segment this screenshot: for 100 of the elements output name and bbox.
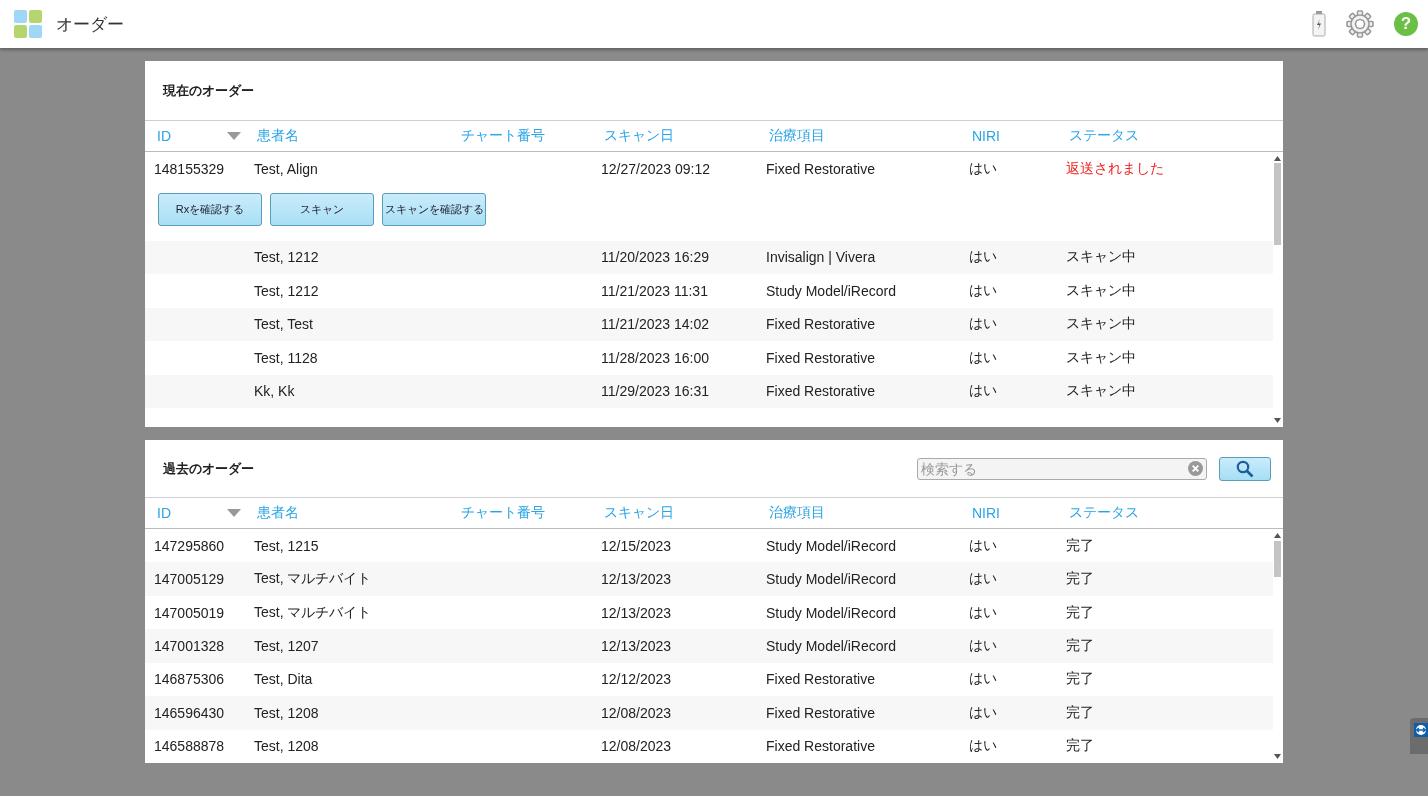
table-cell-text: Fixed Restorative: [765, 383, 876, 400]
table-cell-text: Fixed Restorative: [765, 349, 876, 366]
order-row[interactable]: Kk, Kk 11/29/2023 16:31 Fixed Restorative はい スキャン中: [145, 374, 1273, 408]
action-button[interactable]: スキャンを確認する: [382, 192, 486, 226]
action-button[interactable]: スキャン: [270, 192, 374, 226]
table-cell-text: はい: [968, 670, 998, 689]
action-button[interactable]: Rxを確認する: [158, 192, 262, 226]
page-title: オーダー: [56, 13, 124, 36]
scrollbar-thumb[interactable]: [1274, 163, 1281, 245]
status-cell-text: 完了: [1065, 670, 1095, 689]
scroll-down-icon[interactable]: [1274, 418, 1281, 423]
table-cell-text: はい: [968, 348, 998, 367]
table-cell-text: Study Model/iRecord: [765, 571, 897, 588]
table-cell-text: はい: [968, 636, 998, 655]
panel-title: 現在のオーダー: [163, 81, 254, 100]
table-cell-text: 148155329: [153, 160, 226, 177]
table-cell-text: Test, マルチバイト: [253, 603, 373, 622]
order-row[interactable]: 146875306 Test, Dita 12/12/2023 Fixed Restorative はい 完了: [145, 662, 1273, 697]
table-cell-text: はい: [968, 248, 998, 267]
status-cell-text: 完了: [1065, 536, 1095, 555]
table-cell-text: 12/27/2023 09:12: [600, 160, 711, 177]
order-row[interactable]: Test, 1128 11/28/2023 16:00 Fixed Restorative はい スキャン中: [145, 341, 1273, 375]
order-row[interactable]: 148155329 Test, Align 12/27/2023 09:12 Fixed Restorative はい 返送されました: [145, 152, 1273, 186]
table-cell-text: Test, 1128: [253, 349, 319, 366]
table-cell-text: 12/13/2023: [600, 604, 673, 621]
table-cell-text: Fixed Restorative: [765, 671, 876, 688]
table-cell-text: はい: [968, 737, 998, 756]
table-cell-text: はい: [968, 315, 998, 334]
status-cell-text: スキャン中: [1065, 281, 1137, 300]
settings-icon[interactable]: [1346, 10, 1374, 38]
search-button[interactable]: [1219, 456, 1271, 481]
table-cell-text: Invisalign | Vivera: [765, 249, 877, 266]
scroll-down-icon[interactable]: [1274, 754, 1281, 759]
table-cell-text: 146875306: [153, 671, 226, 688]
order-row[interactable]: Test, Test 11/21/2023 14:02 Fixed Restorative はい スキャン中: [145, 307, 1273, 341]
scroll-up-icon[interactable]: [1274, 156, 1281, 161]
table-cell-text: はい: [968, 536, 998, 555]
table-cell-text: Test, Dita: [253, 671, 314, 688]
table-cell-text: Test, 1215: [253, 537, 320, 554]
order-row[interactable]: 146596430 Test, 1208 12/08/2023 Fixed Restorative はい 完了: [145, 696, 1273, 730]
table-cell-text: 12/15/2023: [600, 537, 673, 554]
table-cell-text: 11/29/2023 16:31: [600, 383, 710, 400]
remote-support-icon[interactable]: [1414, 723, 1428, 737]
order-row[interactable]: 146588878 Test, 1208 12/08/2023 Fixed Restorative はい 完了: [145, 729, 1273, 763]
app-logo-icon: [14, 10, 42, 38]
order-row[interactable]: 147001328 Test, 1207 12/13/2023 Study Model/iRecord はい 完了: [145, 629, 1273, 663]
table-cell-text: 11/20/2023 16:29: [600, 249, 710, 266]
order-row[interactable]: 147005019 Test, マルチバイト 12/13/2023 Study Model/iRecord はい 完了: [145, 595, 1273, 630]
table-cell-text: Test, Align: [253, 160, 319, 177]
table-cell-text: Study Model/iRecord: [765, 282, 897, 299]
order-row[interactable]: Test, 1212 11/21/2023 11:31 Study Model/iRecord はい スキャン中: [145, 274, 1273, 308]
table-cell-text: Test, 1208: [253, 738, 320, 755]
table-cell-text: 147005129: [153, 571, 226, 588]
table-cell-text: はい: [968, 281, 998, 300]
table-cell-text: Fixed Restorative: [765, 316, 876, 333]
table-cell-text: 146588878: [153, 738, 226, 755]
table-cell-text: Test, マルチバイト: [253, 570, 373, 589]
table-cell-text: 11/28/2023 16:00: [600, 349, 710, 366]
table-cell-text: Fixed Restorative: [765, 738, 876, 755]
table-cell-text: Fixed Restorative: [765, 704, 876, 721]
status-cell-text: 返送されました: [1065, 159, 1165, 178]
status-cell-text: 完了: [1065, 737, 1095, 756]
status-cell-text: 完了: [1065, 703, 1095, 722]
table-cell-text: Fixed Restorative: [765, 160, 876, 177]
table-cell-text: 146596430: [153, 704, 226, 721]
table-cell-text: 11/21/2023 14:02: [600, 316, 710, 333]
table-cell-text: 11/21/2023 11:31: [600, 282, 709, 299]
order-row[interactable]: 147005129 Test, マルチバイト 12/13/2023 Study Model/iRecord はい 完了: [145, 562, 1273, 596]
table-cell-text: Test, Test: [253, 316, 314, 333]
search-field[interactable]: 検索する: [917, 457, 1207, 480]
table-cell-text: Study Model/iRecord: [765, 537, 897, 554]
scroll-up-icon[interactable]: [1274, 533, 1281, 538]
table-cell-text: 147295860: [153, 537, 226, 554]
table-cell-text: 12/13/2023: [600, 637, 673, 654]
status-cell-text: 完了: [1065, 636, 1095, 655]
table-cell-text: Kk, Kk: [253, 383, 296, 400]
table-cell-text: Study Model/iRecord: [765, 604, 897, 621]
table-cell-text: はい: [968, 570, 998, 589]
status-cell-text: スキャン中: [1065, 248, 1137, 267]
order-row[interactable]: Test, 1212 11/20/2023 16:29 Invisalign | Vivera はい スキャン中: [145, 240, 1273, 274]
panel-title: 過去のオーダー: [163, 459, 254, 478]
status-cell-text: スキャン中: [1065, 348, 1137, 367]
sort-arrow-icon[interactable]: [227, 132, 241, 140]
table-cell-text: はい: [968, 382, 998, 401]
table-cell-text: 12/08/2023: [600, 704, 673, 721]
search-icon: [1236, 459, 1254, 478]
status-cell-text: 完了: [1065, 603, 1095, 622]
table-cell-text: 12/13/2023: [600, 571, 673, 588]
table-cell-text: 147001328: [153, 637, 226, 654]
table-cell-text: はい: [968, 603, 998, 622]
sort-arrow-icon[interactable]: [227, 509, 241, 517]
table-cell-text: はい: [968, 703, 998, 722]
order-row[interactable]: 147295860 Test, 1215 12/15/2023 Study Model/iRecord はい 完了: [145, 529, 1273, 563]
battery-icon[interactable]: [1312, 11, 1326, 37]
clear-icon[interactable]: [1188, 461, 1203, 476]
table-cell-text: Test, 1212: [253, 282, 320, 299]
table-cell-text: Test, 1207: [253, 637, 320, 654]
table-cell-text: 147005019: [153, 604, 226, 621]
table-cell-text: 12/08/2023: [600, 738, 673, 755]
scrollbar-thumb[interactable]: [1274, 541, 1281, 577]
